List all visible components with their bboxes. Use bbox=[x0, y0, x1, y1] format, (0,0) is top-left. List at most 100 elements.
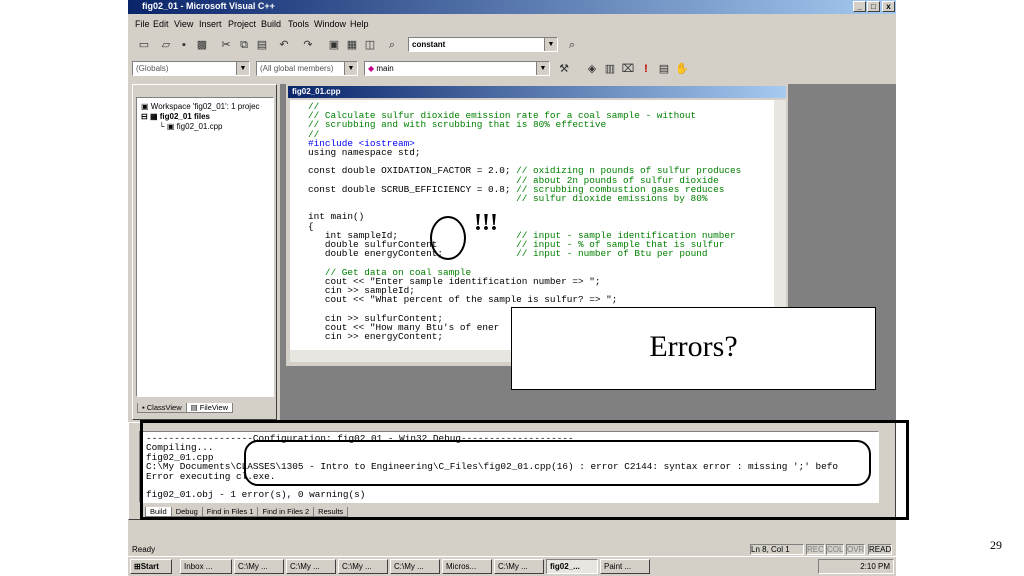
menu-insert[interactable]: Insert bbox=[199, 19, 222, 29]
wizard-action-icon[interactable]: ⚒ bbox=[556, 61, 572, 77]
status-ready: Ready bbox=[132, 545, 156, 554]
chevron-down-icon[interactable]: ▼ bbox=[536, 62, 549, 75]
file-label: fig02_01.cpp bbox=[176, 122, 223, 131]
class-combo-value: (Globals) bbox=[136, 64, 169, 73]
task-explorer-2[interactable]: C:\My ... bbox=[286, 559, 336, 574]
chevron-down-icon[interactable]: ▼ bbox=[344, 62, 357, 75]
function-combo[interactable]: ◆ main ▼ bbox=[364, 61, 550, 76]
workspace-icon: ▣ bbox=[141, 102, 151, 111]
workspace-root-label: Workspace 'fig02_01': 1 projec bbox=[150, 102, 260, 111]
collapse-icon[interactable]: ⊟ bbox=[141, 112, 150, 121]
fileview-icon: ▤ bbox=[190, 403, 200, 412]
task-explorer-5[interactable]: C:\My ... bbox=[494, 559, 544, 574]
task-fig02[interactable]: fig02_... bbox=[546, 559, 598, 574]
menu-bar: File Edit View Insert Project Build Tool… bbox=[128, 16, 896, 32]
output-icon[interactable]: ▦ bbox=[344, 37, 360, 53]
workspace-tabs: ▪ ClassView ▤ FileView bbox=[137, 403, 234, 413]
window-list-icon[interactable]: ◫ bbox=[362, 37, 378, 53]
find-icon[interactable]: ⌕ bbox=[564, 37, 580, 53]
start-label: Start bbox=[140, 562, 159, 571]
menu-build[interactable]: Build bbox=[261, 19, 281, 29]
find-combo-value: constant bbox=[412, 40, 446, 49]
wizard-bar: (Globals) ▼ (All global members) ▼ ◆ mai… bbox=[128, 58, 896, 80]
status-read: READ bbox=[868, 544, 893, 555]
paste-icon[interactable]: ▤ bbox=[254, 37, 270, 53]
errors-label: Errors? bbox=[649, 330, 738, 363]
menu-tools[interactable]: Tools bbox=[288, 19, 309, 29]
members-combo-value: (All global members) bbox=[260, 64, 334, 73]
slide-number: 29 bbox=[990, 538, 1002, 552]
copy-icon[interactable]: ⧉ bbox=[236, 37, 252, 53]
find-in-files-icon[interactable]: ⌕ bbox=[384, 37, 400, 53]
tree-workspace-root[interactable]: ▣ Workspace 'fig02_01': 1 projec bbox=[141, 102, 260, 111]
redo-icon[interactable]: ↷ bbox=[300, 37, 316, 53]
tab-fileview-label: FileView bbox=[199, 403, 229, 412]
class-combo[interactable]: (Globals) ▼ bbox=[132, 61, 250, 76]
cut-icon[interactable]: ✂ bbox=[218, 37, 234, 53]
execute-icon[interactable]: ! bbox=[638, 61, 654, 77]
build-icon[interactable]: ▥ bbox=[602, 61, 618, 77]
code-line: // scrubbing and with scrubbing that is … bbox=[308, 119, 607, 131]
menu-view[interactable]: View bbox=[174, 19, 193, 29]
tab-classview[interactable]: ▪ ClassView bbox=[137, 403, 187, 413]
windows-logo-icon: ⊞ bbox=[134, 562, 141, 571]
task-explorer-1[interactable]: C:\My ... bbox=[234, 559, 284, 574]
workspace-icon[interactable]: ▣ bbox=[326, 37, 342, 53]
code-line: cout << "What percent of the sample is s… bbox=[308, 294, 618, 306]
editor-title: fig02_01.cpp bbox=[292, 87, 341, 96]
taskbar: ⊞Start Inbox ... C:\My ... C:\My ... C:\… bbox=[128, 556, 896, 576]
tree-project[interactable]: ⊟ ▦ fig02_01 files bbox=[141, 112, 210, 121]
workspace-tree: ▣ Workspace 'fig02_01': 1 projec ⊟ ▦ fig… bbox=[136, 97, 274, 397]
project-label: fig02_01 files bbox=[159, 112, 210, 121]
task-explorer-3[interactable]: C:\My ... bbox=[338, 559, 388, 574]
close-button[interactable]: x bbox=[882, 1, 895, 12]
status-bar: Ready Ln 8, Col 1 REC COL OVR READ bbox=[128, 543, 896, 556]
chevron-down-icon[interactable]: ▼ bbox=[544, 38, 557, 51]
new-file-icon[interactable]: ▭ bbox=[136, 37, 152, 53]
menu-file[interactable]: File bbox=[135, 19, 150, 29]
clock: 2:10 PM bbox=[818, 559, 894, 574]
status-ovr: OVR bbox=[846, 544, 866, 555]
members-combo[interactable]: (All global members) ▼ bbox=[256, 61, 358, 76]
menu-help[interactable]: Help bbox=[350, 19, 369, 29]
code-line: int main() bbox=[308, 211, 365, 223]
function-combo-value: main bbox=[376, 64, 394, 73]
menu-edit[interactable]: Edit bbox=[153, 19, 169, 29]
status-position: Ln 8, Col 1 bbox=[750, 544, 804, 555]
code-line: cin >> energyContent; bbox=[308, 331, 444, 342]
open-folder-icon[interactable]: ▱ bbox=[158, 37, 174, 53]
chevron-down-icon[interactable]: ▼ bbox=[236, 62, 249, 75]
code-line: double energyContent; // input - number … bbox=[308, 248, 708, 260]
task-microsoft[interactable]: Micros... bbox=[442, 559, 492, 574]
task-inbox[interactable]: Inbox ... bbox=[180, 559, 232, 574]
go-icon[interactable]: ▤ bbox=[656, 61, 672, 77]
menu-window[interactable]: Window bbox=[314, 19, 346, 29]
project-icon: ▦ bbox=[149, 112, 160, 121]
task-paint[interactable]: Paint ... bbox=[600, 559, 650, 574]
workspace-pane: ▣ Workspace 'fig02_01': 1 projec ⊟ ▦ fig… bbox=[132, 84, 277, 420]
compile-icon[interactable]: ◈ bbox=[584, 61, 600, 77]
undo-icon[interactable]: ↶ bbox=[276, 37, 292, 53]
find-combo[interactable]: constant ▼ bbox=[408, 37, 558, 52]
tab-fileview[interactable]: ▤ FileView bbox=[185, 403, 234, 413]
tree-file[interactable]: └ ▣ fig02_01.cpp bbox=[159, 122, 223, 131]
errors-callout: Errors? bbox=[511, 307, 876, 390]
status-rec: REC bbox=[806, 544, 825, 555]
window-title: fig02_01 - Microsoft Visual C++ bbox=[142, 1, 275, 11]
tab-classview-label: ClassView bbox=[146, 403, 182, 412]
task-explorer-4[interactable]: C:\My ... bbox=[390, 559, 440, 574]
menu-project[interactable]: Project bbox=[228, 19, 256, 29]
editor-title-bar: fig02_01.cpp bbox=[288, 86, 786, 98]
breakpoint-icon[interactable]: ✋ bbox=[674, 61, 690, 77]
code-line: using namespace std; bbox=[308, 147, 421, 158]
save-icon[interactable]: ▪ bbox=[176, 37, 192, 53]
save-all-icon[interactable]: ▩ bbox=[194, 37, 210, 53]
minimize-button[interactable]: _ bbox=[853, 1, 866, 12]
source-file-icon: └ ▣ bbox=[159, 122, 177, 131]
maximize-button[interactable]: □ bbox=[867, 1, 880, 12]
stop-build-icon[interactable]: ⌧ bbox=[620, 61, 636, 77]
title-bar: fig02_01 - Microsoft Visual C++ _ □ x bbox=[128, 0, 896, 14]
start-button[interactable]: ⊞Start bbox=[130, 559, 172, 574]
status-col: COL bbox=[826, 544, 845, 555]
missing-semicolon-circle bbox=[430, 216, 466, 260]
